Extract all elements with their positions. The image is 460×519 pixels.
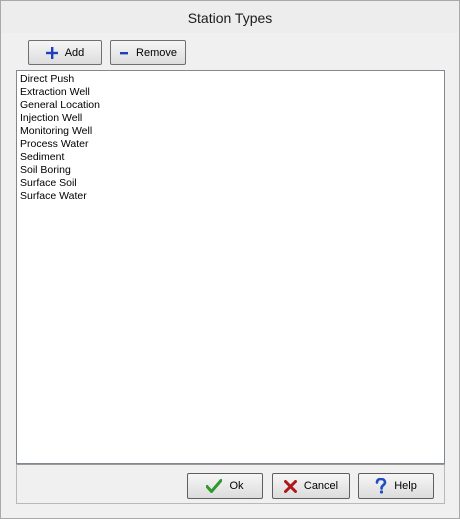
list-item[interactable]: Soil Boring <box>19 164 442 177</box>
ok-button-label: Ok <box>229 480 244 492</box>
list-item[interactable]: Extraction Well <box>19 86 442 99</box>
list-item[interactable]: Sediment <box>19 151 442 164</box>
plus-icon <box>45 46 58 59</box>
cancel-button-label: Cancel <box>303 480 339 492</box>
list-item[interactable]: Direct Push <box>19 73 442 86</box>
minus-icon <box>119 47 129 59</box>
list-item[interactable]: Monitoring Well <box>19 125 442 138</box>
cancel-button[interactable]: Cancel <box>272 473 350 499</box>
help-button-label: Help <box>394 480 417 492</box>
dialog-title: Station Types <box>187 9 273 26</box>
add-button-label: Add <box>64 46 85 59</box>
remove-button[interactable]: Remove <box>110 40 186 65</box>
list-item[interactable]: General Location <box>19 99 442 112</box>
add-button[interactable]: Add <box>28 40 102 65</box>
x-icon <box>283 479 297 493</box>
title-bar: Station Types <box>1 1 459 33</box>
list-item[interactable]: Injection Well <box>19 112 442 125</box>
list-item[interactable]: Process Water <box>19 138 442 151</box>
remove-button-label: Remove <box>136 46 177 59</box>
list-item[interactable]: Surface Water <box>19 190 442 203</box>
ok-button[interactable]: Ok <box>187 473 263 499</box>
station-types-list[interactable]: Direct Push Extraction Well General Loca… <box>16 70 445 464</box>
help-button[interactable]: Help <box>358 473 434 499</box>
station-types-dialog: Station Types Add Remove Direct Push Ext… <box>0 0 460 519</box>
checkmark-icon <box>206 479 223 493</box>
list-item[interactable]: Surface Soil <box>19 177 442 190</box>
question-icon <box>375 478 387 494</box>
